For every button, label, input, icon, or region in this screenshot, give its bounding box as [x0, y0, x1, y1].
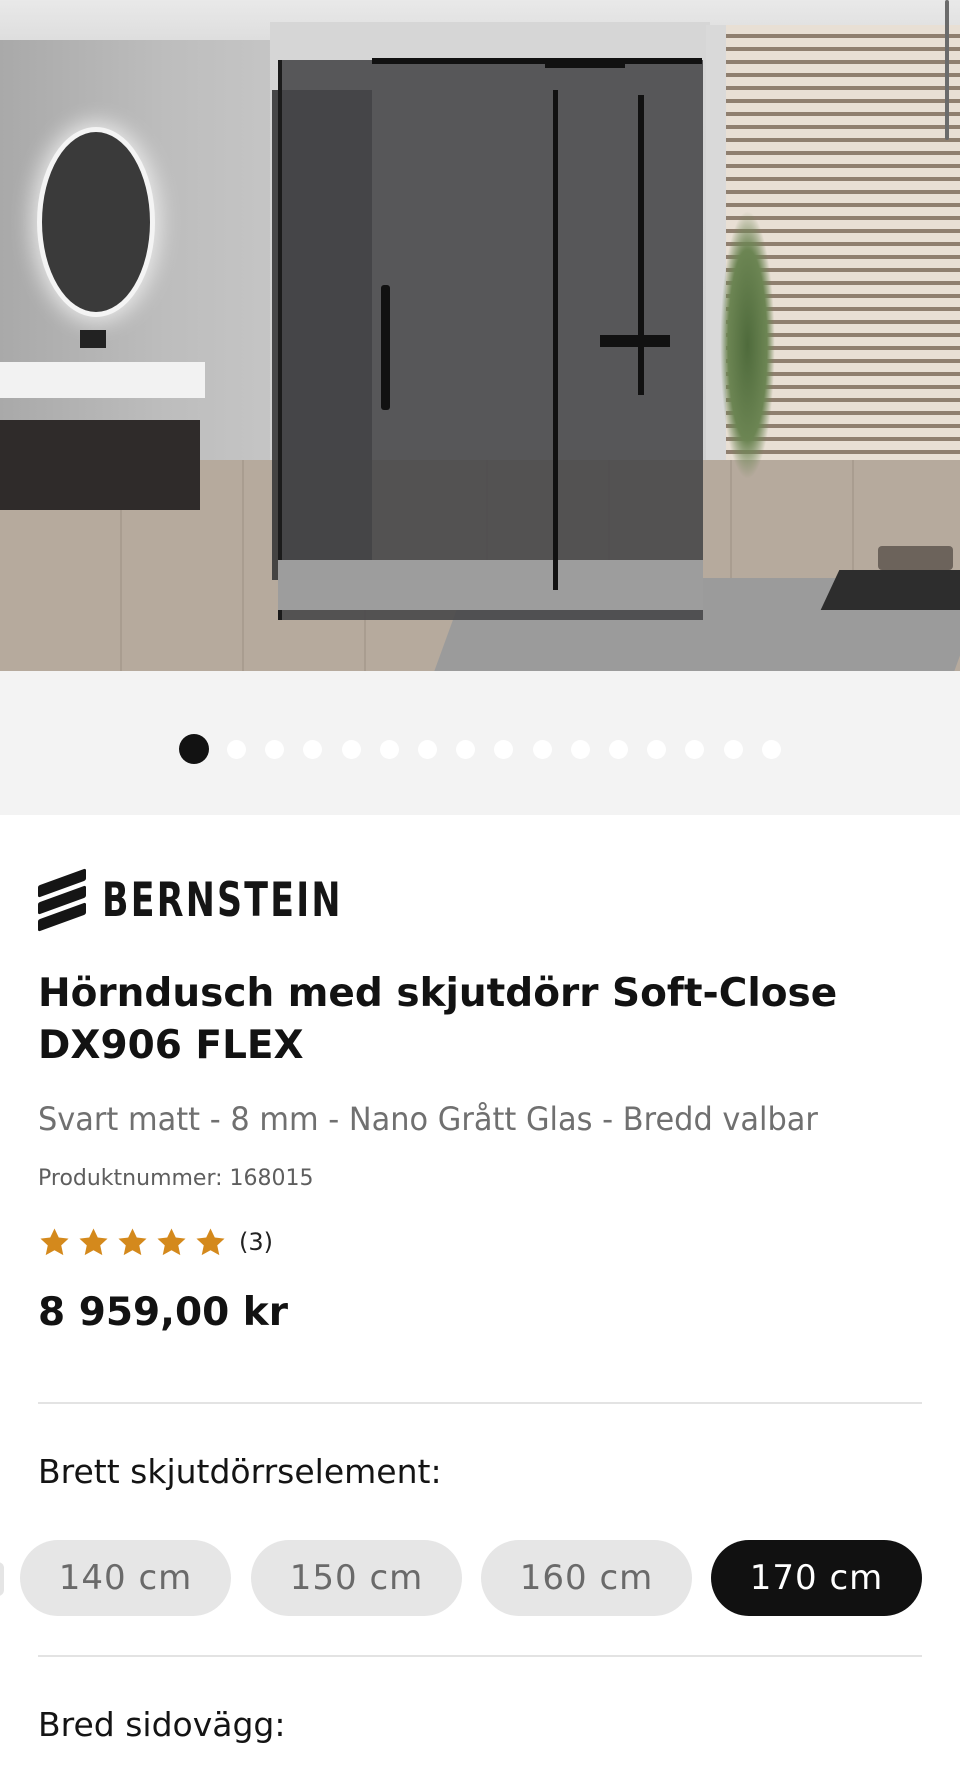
image-bench — [820, 570, 960, 610]
image-frame-rail — [372, 58, 702, 64]
carousel-dot[interactable] — [418, 740, 437, 759]
product-number: Produktnummer: 168015 — [38, 1166, 314, 1191]
star-icon — [38, 1226, 71, 1259]
carousel-dots — [0, 671, 960, 815]
rating-stars — [38, 1226, 233, 1259]
carousel-dot[interactable] — [179, 734, 209, 764]
carousel-dot[interactable] — [609, 740, 628, 759]
carousel-dot[interactable] — [723, 740, 743, 759]
product-title-line-2: DX906 FLEX — [38, 1023, 304, 1068]
image-towels — [878, 546, 953, 570]
image-shower-mixer — [600, 335, 670, 347]
image-shower-pipe — [638, 95, 644, 395]
image-tap — [80, 330, 106, 348]
carousel-dot[interactable] — [265, 740, 285, 759]
image-door-handle — [381, 285, 390, 410]
scroll-indicator — [945, 0, 949, 140]
image-shower-tray — [278, 560, 703, 610]
product-price: 8 959,00 kr — [38, 1290, 288, 1335]
carousel-pagination — [0, 671, 960, 815]
product-title-line-1: Hörndusch med skjutdörr Soft-Close — [38, 971, 838, 1016]
review-count[interactable]: (3) — [239, 1228, 273, 1256]
door-width-option-160[interactable]: 160 cm — [481, 1540, 692, 1616]
divider — [38, 1402, 922, 1404]
star-icon — [116, 1226, 149, 1259]
image-mirror — [42, 132, 150, 312]
carousel-dot[interactable] — [456, 740, 476, 759]
carousel-dot[interactable] — [685, 740, 705, 759]
carousel-dot[interactable] — [647, 740, 667, 759]
carousel-dot[interactable] — [761, 740, 781, 759]
carousel-dot[interactable] — [303, 740, 323, 759]
product-title: Hörndusch med skjutdörr Soft-Close DX906… — [38, 968, 918, 1072]
door-width-option-140[interactable]: 140 cm — [20, 1540, 231, 1616]
door-width-option-150[interactable]: 150 cm — [251, 1540, 462, 1616]
image-door-frame — [553, 90, 558, 590]
door-width-options: 140 cm 150 cm 160 cm 170 cm — [0, 1540, 960, 1616]
carousel-dot[interactable] — [227, 740, 246, 759]
star-icon — [155, 1226, 188, 1259]
image-vanity-top — [0, 362, 205, 398]
product-variant-summary: Svart matt - 8 mm - Nano Grått Glas - Br… — [38, 1100, 818, 1138]
carousel-dot[interactable] — [341, 740, 361, 759]
image-plant — [720, 210, 775, 480]
brand-logo[interactable]: BERNSTEIN — [38, 868, 427, 932]
carousel-dot[interactable] — [494, 740, 514, 759]
door-width-label: Brett skjutdörrselement: — [38, 1452, 442, 1491]
star-icon — [77, 1226, 110, 1259]
brand-name: BERNSTEIN — [102, 872, 343, 928]
side-wall-label: Bred sidovägg: — [38, 1705, 286, 1744]
carousel-dot[interactable] — [532, 740, 552, 759]
image-shower-head — [545, 58, 625, 68]
door-width-option-partial[interactable] — [0, 1562, 4, 1596]
door-width-option-170[interactable]: 170 cm — [711, 1540, 922, 1616]
image-vanity-cabinet — [0, 420, 200, 510]
carousel-dot[interactable] — [379, 740, 399, 759]
product-image[interactable] — [0, 0, 960, 671]
brand-mark-icon — [38, 868, 86, 932]
star-icon — [194, 1226, 227, 1259]
product-rating[interactable]: (3) — [38, 1222, 273, 1262]
carousel-dot[interactable] — [570, 740, 590, 759]
divider — [38, 1655, 922, 1657]
